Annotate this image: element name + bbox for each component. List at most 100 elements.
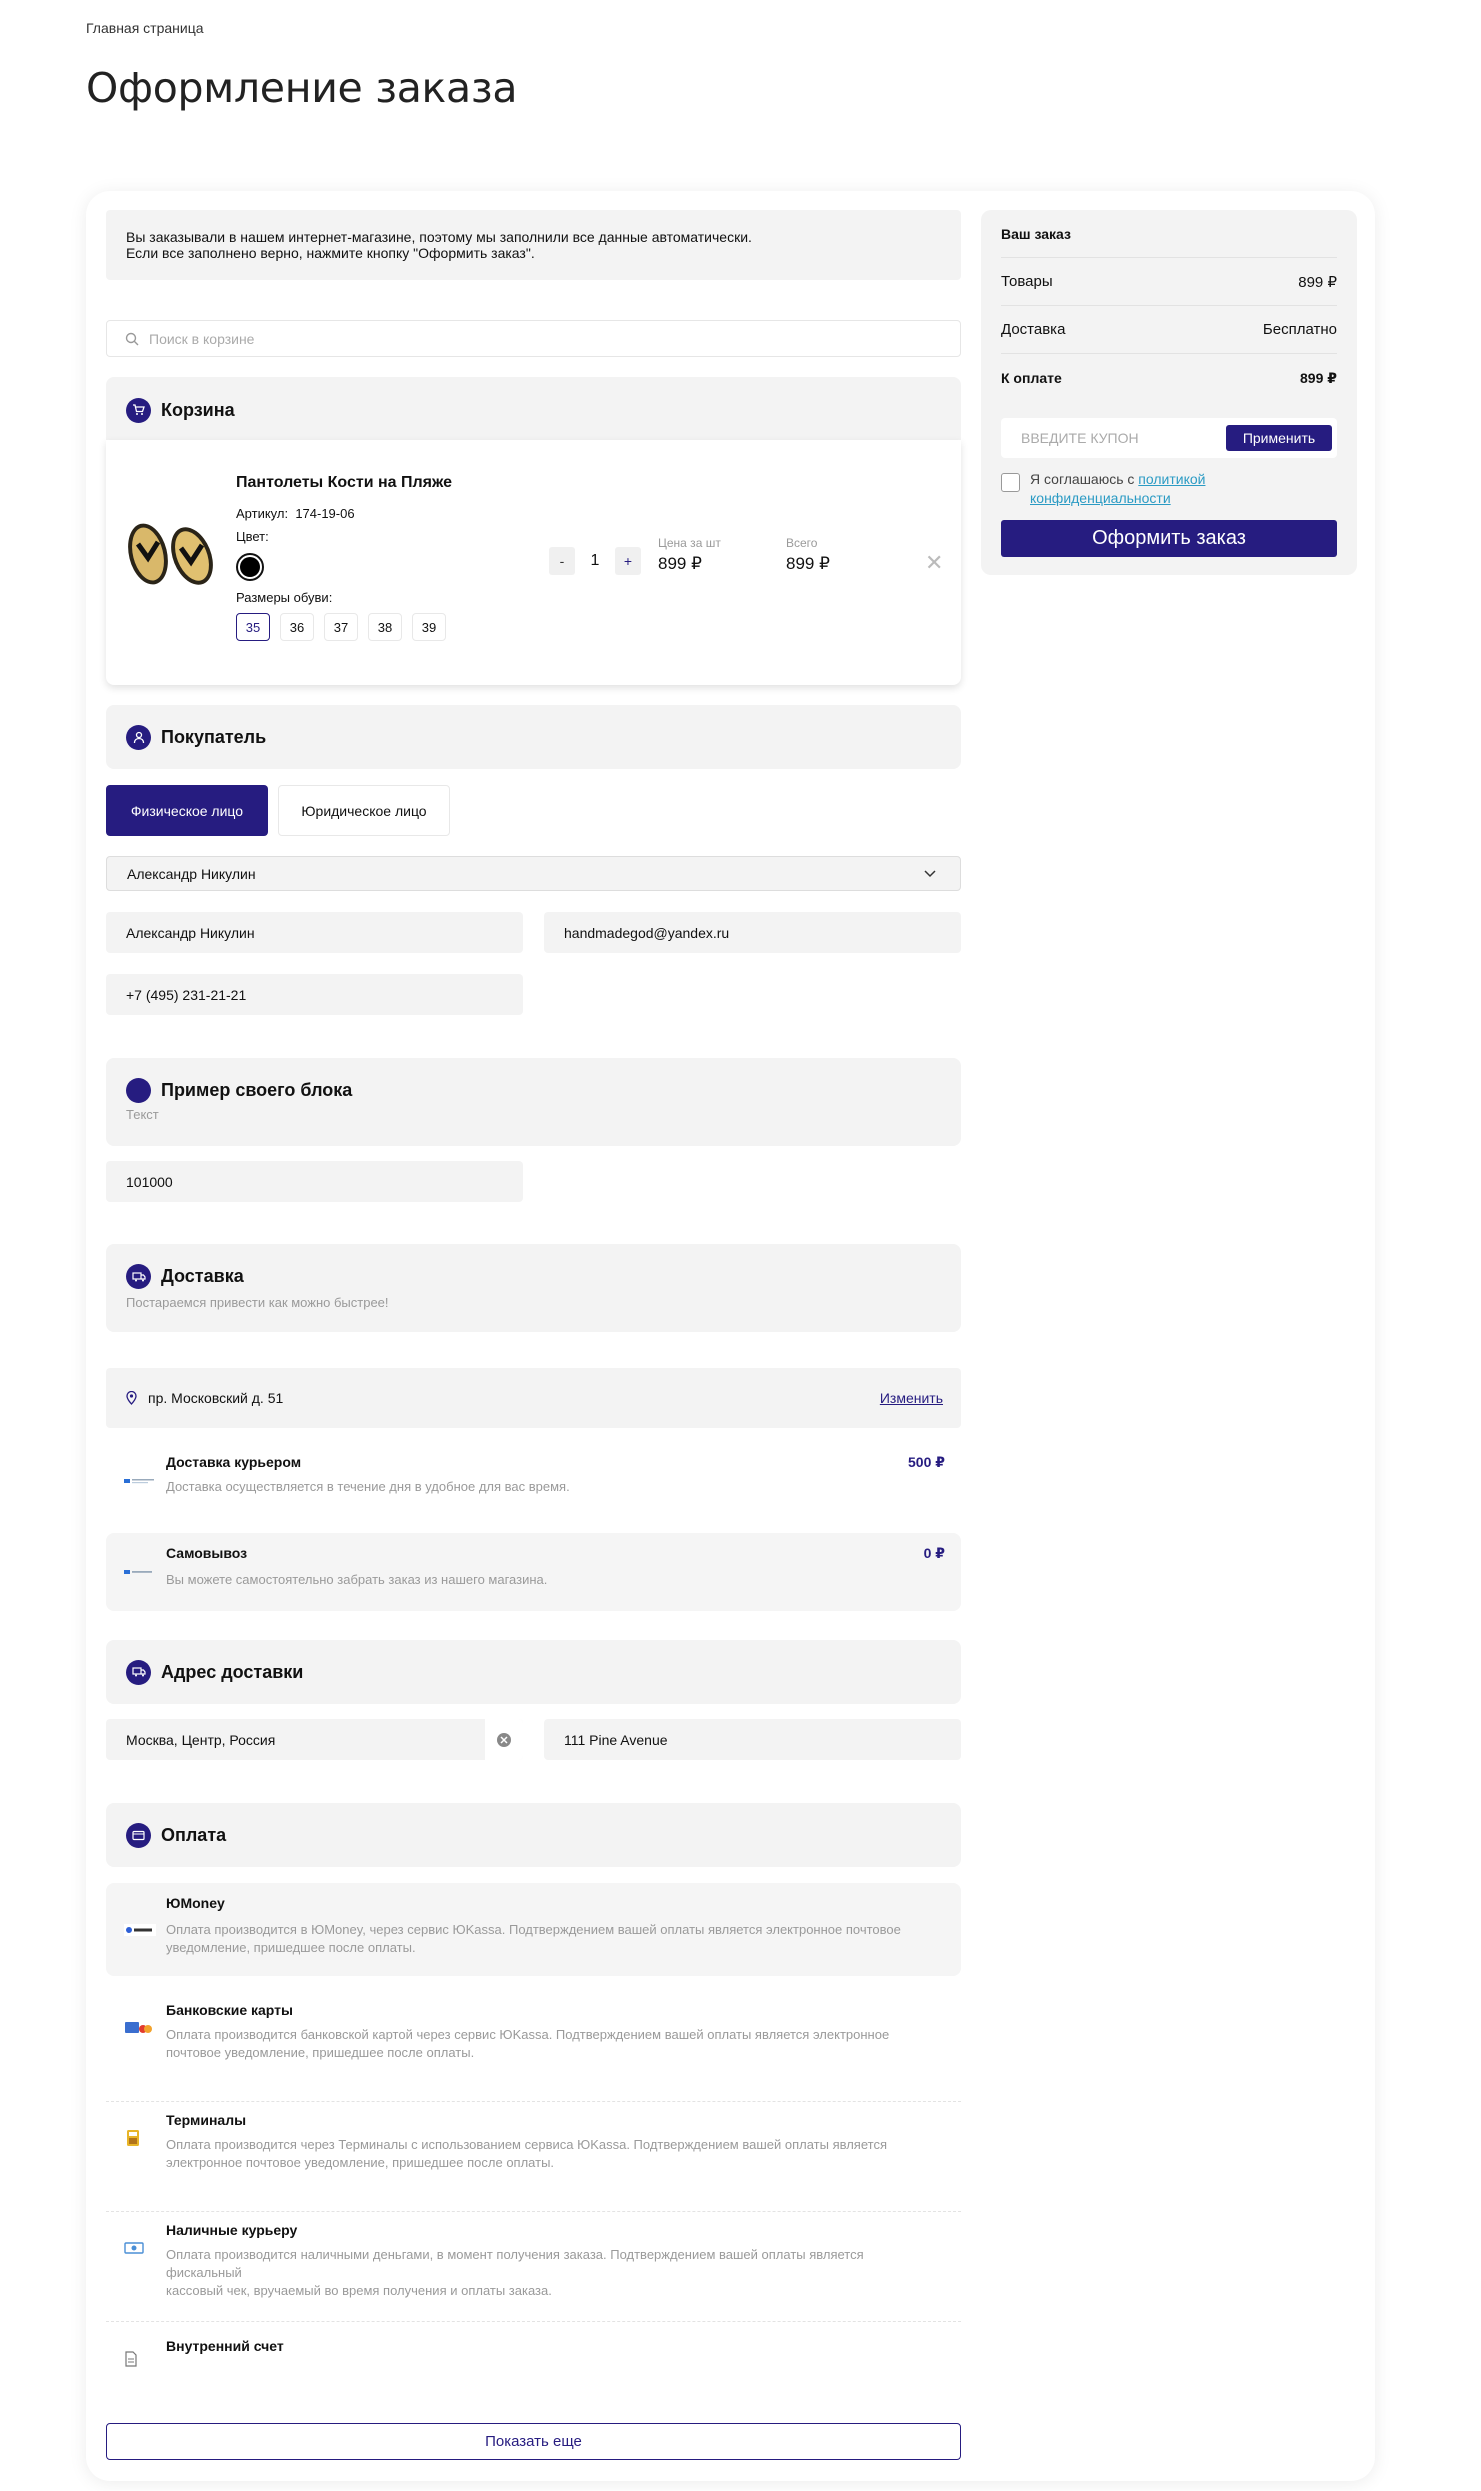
delivery-label: Доставка	[1001, 321, 1066, 338]
product-name[interactable]: Пантолеты Кости на Пляже	[236, 474, 452, 492]
street-field[interactable]: 111 Pine Avenue	[544, 1719, 961, 1760]
unit-price-label: Цена за шт	[658, 536, 721, 550]
option-title: Терминалы	[166, 2112, 247, 2128]
unit-price: 899 ₽	[658, 554, 702, 573]
agree-checkbox[interactable]	[1001, 473, 1020, 492]
page-title: Оформление заказа	[86, 64, 518, 112]
option-title: Внутренний счет	[166, 2338, 284, 2354]
option-description-line: Оплата производится банковской картой че…	[166, 2027, 890, 2042]
qty-minus-button[interactable]: -	[549, 547, 575, 575]
cart-icon	[126, 397, 151, 423]
autofill-notice: Вы заказывали в нашем интернет-магазине,…	[106, 210, 961, 280]
option-title: ЮMoney	[166, 1895, 225, 1911]
show-more-button[interactable]: Показать еще	[106, 2423, 961, 2460]
cart-title: Корзина	[161, 399, 235, 420]
privacy-policy-link[interactable]: конфиденциальности	[1030, 490, 1171, 506]
qty-plus-button[interactable]: +	[615, 547, 641, 575]
size-option[interactable]: 37	[324, 613, 358, 641]
payment-option-cards[interactable]: Банковские карты Оплата производится бан…	[106, 1993, 961, 2085]
coupon-input[interactable]	[1021, 430, 1201, 446]
delivery-subtitle: Постараемся привести как можно быстрее!	[126, 1295, 389, 1310]
submit-order-button[interactable]: Оформить заказ	[1001, 520, 1337, 557]
name-field[interactable]: Александр Никулин	[106, 912, 523, 953]
checkout-card: Вы заказывали в нашем интернет-магазине,…	[86, 191, 1375, 2481]
coupon-box: Применить	[1001, 418, 1337, 458]
size-option[interactable]: 39	[412, 613, 446, 641]
delivery-address-title: Адрес доставки	[161, 1661, 304, 1682]
phone-field[interactable]: +7 (495) 231-21-21	[106, 974, 523, 1015]
courier-logo-icon	[124, 1479, 154, 1484]
product-image	[128, 523, 213, 585]
email-field[interactable]: handmadegod@yandex.ru	[544, 912, 961, 953]
option-description: Оплата производится через Терминалы с ис…	[166, 2136, 906, 2172]
search-input[interactable]	[149, 330, 749, 347]
notice-line-2: Если все заполнено верно, нажмите кнопку…	[126, 245, 535, 261]
yoomoney-logo-icon	[124, 1924, 156, 1936]
payment-option-terminals[interactable]: Терминалы Оплата производится через Терм…	[106, 2103, 961, 2195]
delivery-option-pickup[interactable]: Самовывоз Вы можете самостоятельно забра…	[106, 1533, 961, 1611]
option-description-line: почтовое уведомление, пришедшее после оп…	[166, 2045, 475, 2060]
color-swatch-black[interactable]	[236, 553, 264, 581]
option-price: 500 ₽	[908, 1454, 945, 1470]
privacy-policy-link[interactable]: политикой	[1138, 471, 1205, 487]
buyer-title: Покупатель	[161, 726, 267, 747]
product-article: Артикул: 174-19-06	[236, 506, 355, 521]
summary-total-row: К оплате 899 ₽	[1001, 354, 1337, 402]
location-value: Москва, Центр, Россия	[126, 1731, 276, 1748]
qty-value[interactable]: 1	[575, 552, 615, 570]
location-field[interactable]: Москва, Центр, Россия	[106, 1719, 523, 1760]
option-description-line: Оплата производится через Терминалы с ис…	[166, 2137, 887, 2152]
delivery-section-header: Доставка Постараемся привести как можно …	[106, 1244, 961, 1332]
apply-coupon-button[interactable]: Применить	[1226, 425, 1332, 451]
option-title: Банковские карты	[166, 2002, 293, 2018]
wallet-icon	[126, 1822, 151, 1848]
profile-select[interactable]: Александр Никулин	[106, 856, 961, 891]
size-option[interactable]: 36	[280, 613, 314, 641]
option-description-line: электронное почтовое уведомление, пришед…	[166, 2155, 555, 2170]
cart-search[interactable]	[106, 320, 961, 357]
agree-prefix: Я соглашаюсь с	[1030, 471, 1139, 487]
cart-section-header: Корзина	[106, 377, 961, 443]
buyer-section-header: Покупатель	[106, 705, 961, 769]
agree-text: Я соглашаюсь с политикой конфиденциально…	[1030, 470, 1205, 508]
article-value: 174-19-06	[295, 506, 355, 521]
user-icon	[126, 724, 151, 750]
delivery-option-courier[interactable]: Доставка курьером Доставка осуществляетс…	[106, 1442, 961, 1522]
circle-icon	[126, 1078, 151, 1103]
summary-delivery-row: Доставка Бесплатно	[1001, 306, 1337, 354]
delivery-value: Бесплатно	[1262, 321, 1337, 338]
size-option[interactable]: 35	[236, 613, 270, 641]
option-description-line: уведомление, пришедшее после оплаты.	[166, 1940, 416, 1955]
map-pin-icon	[126, 1391, 137, 1405]
option-description: Вы можете самостоятельно забрать заказ и…	[166, 1572, 548, 1587]
payment-option-internal-account[interactable]: Внутренний счет	[106, 2323, 961, 2393]
postal-code-field[interactable]: 101000	[106, 1161, 523, 1202]
bank-card-icon	[125, 2022, 152, 2033]
profile-select-value: Александр Никулин	[127, 865, 256, 882]
divider	[106, 2211, 961, 2212]
change-address-link[interactable]: Изменить	[880, 1390, 943, 1406]
tab-individual[interactable]: Физическое лицо	[106, 785, 268, 836]
cart-item: Пантолеты Кости на Пляже Артикул: 174-19…	[106, 440, 961, 685]
remove-item-button[interactable]: ✕	[925, 550, 943, 576]
color-label: Цвет:	[236, 529, 269, 544]
notice-line-1: Вы заказывали в нашем интернет-магазине,…	[126, 229, 752, 245]
clear-location-button[interactable]	[485, 1719, 523, 1760]
payment-option-cash[interactable]: Наличные курьеру Оплата производится нал…	[106, 2213, 961, 2305]
tab-legal-entity[interactable]: Юридическое лицо	[278, 785, 450, 836]
option-price: 0 ₽	[923, 1545, 945, 1561]
document-icon	[125, 2351, 137, 2367]
summary-title-text: Ваш заказ	[1001, 225, 1071, 242]
size-selector: 35 36 37 38 39	[236, 613, 446, 641]
quantity-stepper: - 1 +	[549, 547, 641, 575]
summary-goods-row: Товары 899 ₽	[1001, 258, 1337, 306]
option-description: Оплата производится банковской картой че…	[166, 2026, 906, 2062]
payment-option-yoomoney[interactable]: ЮMoney Оплата производится в ЮMoney, чер…	[106, 1883, 961, 1976]
terminal-icon	[127, 2130, 139, 2146]
option-title: Самовывоз	[166, 1545, 248, 1561]
option-description: Оплата производится в ЮMoney, через серв…	[166, 1921, 906, 1957]
option-title: Наличные курьеру	[166, 2222, 298, 2238]
breadcrumb[interactable]: Главная страница	[86, 20, 204, 36]
size-option[interactable]: 38	[368, 613, 402, 641]
custom-block-title: Пример своего блока	[161, 1080, 353, 1100]
